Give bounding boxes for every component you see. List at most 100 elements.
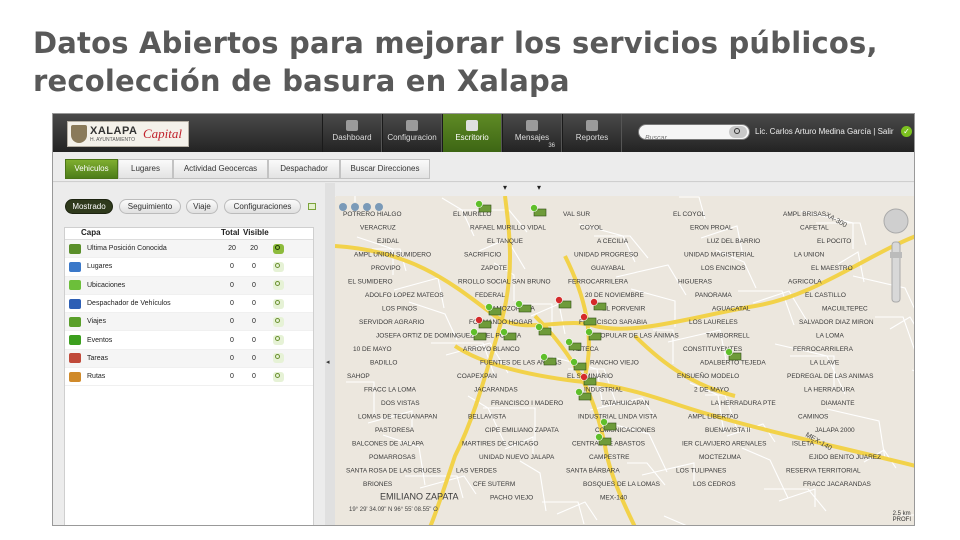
search-icon	[275, 354, 280, 360]
map-label: ERON PROAL	[690, 225, 733, 232]
nav-mensajes[interactable]: Mensajes 36	[502, 114, 562, 152]
status-dot	[500, 328, 508, 336]
user-info[interactable]: Lic. Carlos Arturo Medina García | Salir	[755, 127, 894, 136]
zoom-to-layer-button[interactable]	[273, 261, 284, 272]
layer-total: 0	[230, 354, 234, 362]
map-label: INDUSTRIAL	[584, 387, 623, 394]
dropdown-arrow-icon[interactable]: ▾	[503, 183, 507, 192]
tab-lugares[interactable]: Lugares	[118, 159, 173, 179]
map-label: LA LLAVE	[810, 360, 840, 367]
nav-configuracion[interactable]: Configuracion	[382, 114, 442, 152]
map-label: POTRERO HIALGO	[343, 211, 402, 218]
envelope-icon	[526, 120, 538, 131]
nav-label: Configuracion	[387, 133, 437, 142]
table-row[interactable]: Despachador de Vehículos 0 0	[65, 295, 313, 314]
map-label: FRANCISCO I MADERO	[491, 400, 563, 407]
layer-total: 20	[228, 245, 236, 253]
pill-seguimiento[interactable]: Seguimiento	[119, 199, 181, 214]
map-label: AMPL UNION SUMIDERO	[354, 252, 431, 259]
header-layer: Capa	[81, 228, 101, 237]
map-label: BADILLO	[370, 360, 397, 367]
layer-name: Rutas	[87, 373, 106, 381]
map-label: LAS VERDES	[456, 468, 497, 475]
zoom-to-layer-button[interactable]	[273, 371, 284, 382]
layers-table: Capa Total Visible Ultima Posición Conoc…	[64, 227, 314, 525]
layer-name: Ultima Posición Conocida	[87, 245, 167, 253]
map-label: POPULAR DE LAS ÁNIMAS	[596, 331, 679, 340]
status-dot	[580, 373, 588, 381]
zoom-to-layer-button[interactable]	[273, 280, 284, 291]
status-dot	[725, 348, 733, 356]
layer-name-cell: Ultima Posición Conocida	[65, 243, 221, 254]
map-label: LOMAS DE TECUANAPAN	[358, 414, 438, 421]
map-label: ZAPOTE	[481, 265, 508, 272]
tab-vehiculos[interactable]: Vehiculos	[65, 159, 118, 179]
layer-total: 0	[230, 263, 234, 271]
table-row[interactable]: Tareas 0 0	[65, 349, 313, 369]
nav-dashboard[interactable]: Dashboard	[322, 114, 382, 152]
map-label: LA HERRADURA PTE	[711, 400, 776, 407]
map-label: SANTA BÁRBARA	[566, 466, 620, 475]
slide-title: Datos Abiertos para mejorar los servicio…	[33, 24, 933, 100]
layer-visible: 0	[252, 318, 256, 326]
map-tool-icon	[339, 203, 347, 211]
search-icon	[275, 299, 280, 305]
map-label: LOS CEDROS	[693, 481, 736, 488]
map-tool-icon	[375, 203, 383, 211]
grid-toggle-icon[interactable]	[308, 203, 316, 210]
table-row[interactable]: Ultima Posición Conocida 20 20	[65, 240, 313, 259]
panel-splitter[interactable]: ◂	[325, 183, 335, 525]
nav-label: Mensajes	[514, 133, 550, 142]
tab-despachador[interactable]: Despachador	[268, 159, 340, 179]
collapse-arrow-icon[interactable]: ◂	[326, 358, 330, 366]
zoom-to-layer-button[interactable]	[273, 335, 284, 346]
status-dot	[585, 328, 593, 336]
search-input[interactable]	[645, 131, 725, 146]
table-row[interactable]: Rutas 0 0	[65, 368, 313, 387]
nav-label: Reportes	[575, 133, 609, 142]
map-label: BELLAVISTA	[468, 414, 507, 421]
layer-visible: 0	[252, 300, 256, 308]
dropdown-arrow-icon[interactable]: ▾	[537, 183, 541, 192]
map-label: EL TANQUE	[487, 238, 524, 245]
layer-name: Lugares	[87, 263, 113, 271]
table-row[interactable]: Viajes 0 0	[65, 313, 313, 332]
status-dot	[535, 323, 543, 331]
table-row[interactable]: Ubicaciones 0 0	[65, 276, 313, 295]
nav-escritorio[interactable]: Escritorio	[442, 114, 502, 152]
status-dot	[570, 358, 578, 366]
layer-total: 0	[230, 373, 234, 381]
map-label: CAMINOS	[798, 414, 829, 421]
map-label: PACHO VIEJO	[490, 495, 533, 502]
pill-viaje[interactable]: Viaje	[186, 199, 218, 214]
map-view[interactable]: POTRERO HIALGO EL MURILLO VAL SUR EL COYOL A…	[335, 196, 915, 526]
search-icon	[275, 336, 280, 342]
tab-buscar-direcciones[interactable]: Buscar Direcciones	[340, 159, 430, 179]
map-label: RESERVA TERRITORIAL	[786, 468, 861, 475]
zoom-to-layer-button[interactable]	[273, 316, 284, 327]
map-label: JOSEFA ORTIZ DE DOMINGUEZ	[376, 333, 474, 340]
pill-mostrado[interactable]: Mostrado	[65, 199, 113, 214]
map-label: LA LOMA	[816, 333, 844, 340]
tab-actividad-geocercas[interactable]: Actividad Geocercas	[173, 159, 268, 179]
zoom-to-layer-button[interactable]	[273, 243, 284, 254]
xalapa-logo[interactable]: XALAPA H. AYUNTAMIENTO Capital	[67, 121, 189, 147]
map-label: 20 DE NOVIEMBRE	[585, 292, 645, 299]
table-row[interactable]: Eventos 0 0	[65, 331, 313, 350]
pill-configuraciones[interactable]: Configuraciones	[224, 199, 301, 214]
map-label: PANORAMA	[695, 292, 732, 299]
status-dot	[530, 204, 538, 212]
nav-reportes[interactable]: Reportes	[562, 114, 622, 152]
map-label: EL POCITO	[817, 238, 851, 245]
dashboard-icon	[346, 120, 358, 131]
zoom-to-layer-button[interactable]	[273, 298, 284, 309]
map-canvas[interactable]: POTRERO HIALGO EL MURILLO VAL SUR EL COYOL A…	[335, 196, 915, 526]
map-label: BUENAVISTA II	[705, 427, 750, 434]
scale-bar: 2.5 km PROFI	[893, 511, 911, 523]
header-visible: Visible	[243, 228, 269, 237]
zoom-to-layer-button[interactable]	[273, 353, 284, 364]
table-row[interactable]: Lugares 0 0	[65, 258, 313, 277]
status-dot	[470, 328, 478, 336]
status-dot	[565, 338, 573, 346]
search-button[interactable]	[729, 126, 747, 138]
